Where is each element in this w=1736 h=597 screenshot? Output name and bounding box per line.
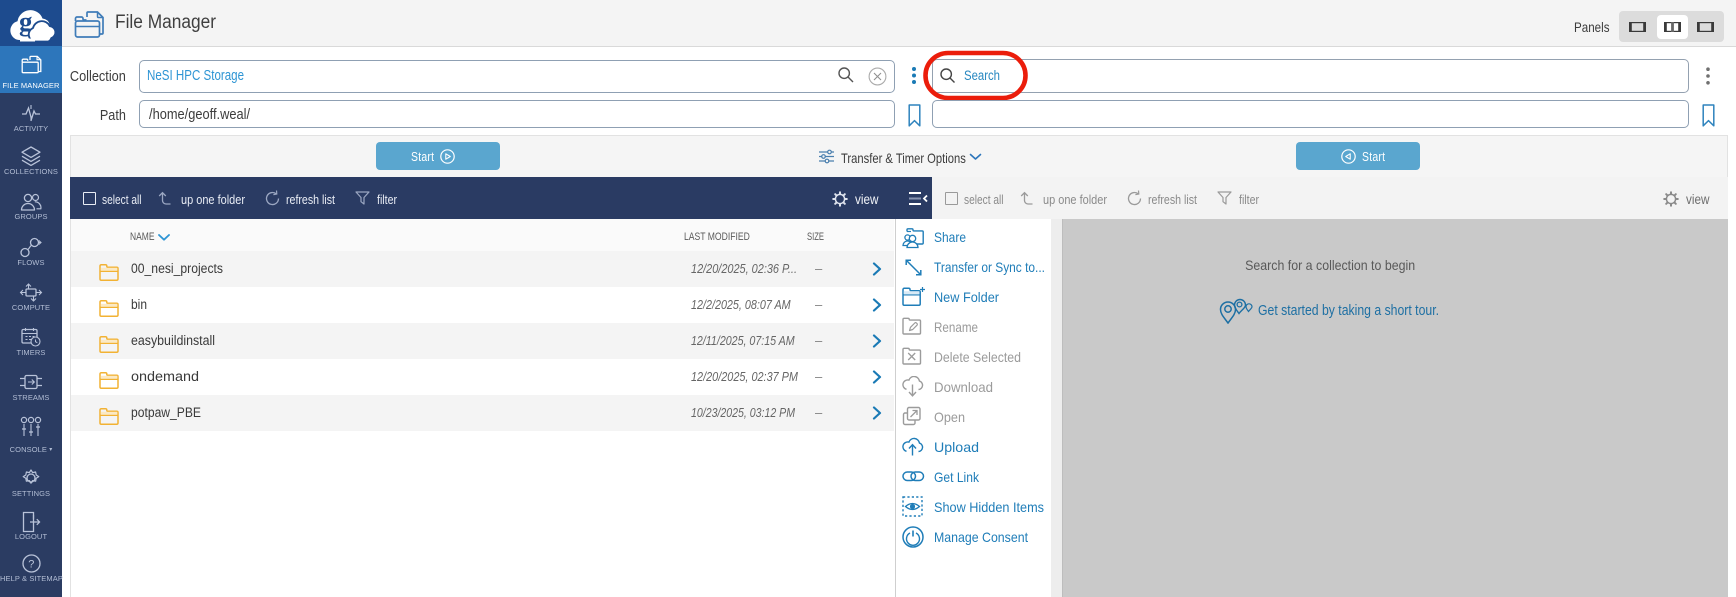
- svg-text:?: ?: [28, 559, 34, 571]
